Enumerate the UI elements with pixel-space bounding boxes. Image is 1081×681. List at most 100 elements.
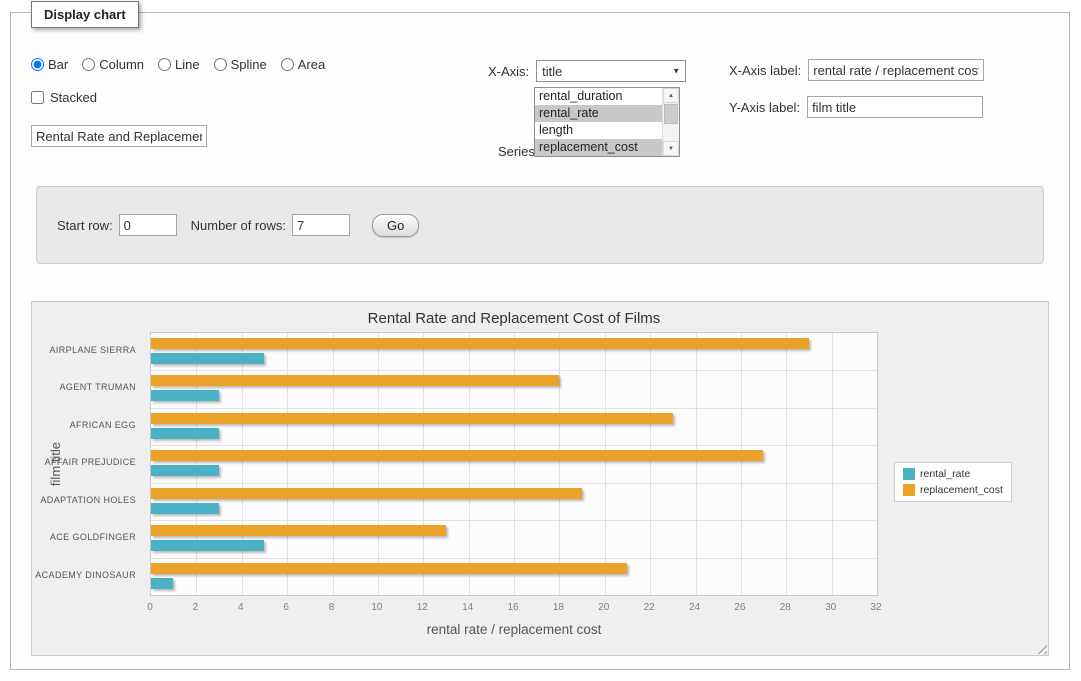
scroll-down-button[interactable]: ▼ <box>663 141 679 156</box>
chart-container: Rental Rate and Replacement Cost of Film… <box>31 301 1049 656</box>
chart-type-option-column[interactable]: Column <box>82 57 144 72</box>
arrow-down-icon: ▼ <box>668 146 674 152</box>
y-axis-label-text: Y-Axis label: <box>729 100 800 115</box>
series-options: rental_durationrental_ratelengthreplacem… <box>535 88 662 156</box>
plot-area <box>150 332 878 596</box>
x-axis-title: rental rate / replacement cost <box>150 622 878 637</box>
scrollbar-track[interactable] <box>663 103 679 141</box>
scrollbar-thumb[interactable] <box>664 104 678 124</box>
gridline-vertical <box>559 333 560 595</box>
chart-type-label-column: Column <box>99 57 144 72</box>
bar-replacement_cost <box>151 488 582 499</box>
bar-rental_rate <box>151 503 219 514</box>
panel-legend: Display chart <box>31 1 139 28</box>
start-row-input[interactable] <box>119 214 177 236</box>
chart-type-radio-column[interactable] <box>82 58 95 71</box>
chart-type-option-spline[interactable]: Spline <box>214 57 267 72</box>
x-tick-label: 30 <box>825 602 836 613</box>
gridline-horizontal <box>151 520 877 521</box>
bar-replacement_cost <box>151 338 809 349</box>
gridline-vertical <box>378 333 379 595</box>
display-chart-panel: Display chart BarColumnLineSplineArea St… <box>10 12 1070 670</box>
series-listbox[interactable]: rental_durationrental_ratelengthreplacem… <box>534 87 680 157</box>
number-of-rows-label: Number of rows: <box>191 218 286 233</box>
category-label: AFRICAN EGG <box>32 407 136 444</box>
gridline-vertical <box>287 333 288 595</box>
x-axis-select[interactable]: title ▼ <box>536 60 686 82</box>
x-tick-label: 4 <box>238 602 244 613</box>
bar-replacement_cost <box>151 375 559 386</box>
category-label: ACE GOLDFINGER <box>32 519 136 556</box>
stacked-label: Stacked <box>50 90 97 105</box>
y-axis-label-field: Y-Axis label: <box>729 96 983 118</box>
rows-panel: Start row: Number of rows: Go <box>36 186 1044 264</box>
gridline-vertical <box>650 333 651 595</box>
arrow-up-icon: ▲ <box>668 93 674 99</box>
x-tick-label: 14 <box>462 602 473 613</box>
y-axis-label-input[interactable] <box>807 96 983 118</box>
y-category-labels: AIRPLANE SIERRAAGENT TRUMANAFRICAN EGGAF… <box>32 332 144 596</box>
x-tick-label: 26 <box>734 602 745 613</box>
bar-replacement_cost <box>151 413 673 424</box>
series-option-rental_rate[interactable]: rental_rate <box>535 105 662 122</box>
x-tick-label: 16 <box>507 602 518 613</box>
scroll-up-button[interactable]: ▲ <box>663 88 679 103</box>
gridline-horizontal <box>151 445 877 446</box>
legend-item-replacement_cost: replacement_cost <box>903 484 1003 496</box>
series-option-length[interactable]: length <box>535 122 662 139</box>
x-axis-label-input[interactable] <box>808 59 984 81</box>
chart-type-label-bar: Bar <box>48 57 68 72</box>
series-option-replacement_cost[interactable]: replacement_cost <box>535 139 662 156</box>
go-button[interactable]: Go <box>372 214 419 237</box>
resize-handle[interactable] <box>1034 641 1047 654</box>
x-tick-label: 8 <box>329 602 335 613</box>
stacked-checkbox[interactable] <box>31 91 44 104</box>
x-tick-label: 28 <box>780 602 791 613</box>
gridline-vertical <box>786 333 787 595</box>
legend-label: rental_rate <box>920 468 970 480</box>
x-tick-label: 12 <box>417 602 428 613</box>
gridline-horizontal <box>151 483 877 484</box>
chart-type-radio-area[interactable] <box>281 58 294 71</box>
legend-swatch-rental_rate <box>903 468 915 480</box>
category-label: AFFAIR PREJUDICE <box>32 444 136 481</box>
start-row-label: Start row: <box>57 218 113 233</box>
bar-replacement_cost <box>151 563 627 574</box>
gridline-vertical <box>741 333 742 595</box>
category-label: AIRPLANE SIERRA <box>32 332 136 369</box>
gridline-horizontal <box>151 558 877 559</box>
gridline-vertical <box>423 333 424 595</box>
series-field-label: Series: <box>498 144 538 159</box>
bar-rental_rate <box>151 578 173 589</box>
bar-replacement_cost <box>151 450 763 461</box>
chart-type-radio-spline[interactable] <box>214 58 227 71</box>
bar-replacement_cost <box>151 525 446 536</box>
chart-type-radio-bar[interactable] <box>31 58 44 71</box>
bar-rental_rate <box>151 353 264 364</box>
x-tick-label: 18 <box>553 602 564 613</box>
legend-swatch-replacement_cost <box>903 484 915 496</box>
gridline-vertical <box>832 333 833 595</box>
chart-type-option-bar[interactable]: Bar <box>31 57 68 72</box>
chart-type-options: Bar Column Line Spline Area <box>31 57 325 72</box>
x-axis-field: X-Axis: title ▼ <box>488 60 686 82</box>
number-of-rows-input[interactable] <box>292 214 350 236</box>
x-tick-label: 2 <box>193 602 199 613</box>
chart-type-option-area[interactable]: Area <box>281 57 325 72</box>
chart-type-label-area: Area <box>298 57 325 72</box>
series-option-rental_duration[interactable]: rental_duration <box>535 88 662 105</box>
gridline-vertical <box>469 333 470 595</box>
series-scrollbar[interactable]: ▲ ▼ <box>662 88 679 156</box>
chart-type-option-line[interactable]: Line <box>158 57 200 72</box>
x-tick-label: 32 <box>870 602 881 613</box>
chevron-down-icon: ▼ <box>672 67 680 76</box>
x-axis-select-value: title <box>542 64 562 79</box>
gridline-vertical <box>696 333 697 595</box>
category-label: ACADEMY DINOSAUR <box>32 557 136 594</box>
bar-rental_rate <box>151 540 264 551</box>
gridline-vertical <box>196 333 197 595</box>
chart-title-input[interactable] <box>31 125 207 147</box>
bar-rental_rate <box>151 390 219 401</box>
stacked-option[interactable]: Stacked <box>31 90 97 105</box>
chart-type-radio-line[interactable] <box>158 58 171 71</box>
